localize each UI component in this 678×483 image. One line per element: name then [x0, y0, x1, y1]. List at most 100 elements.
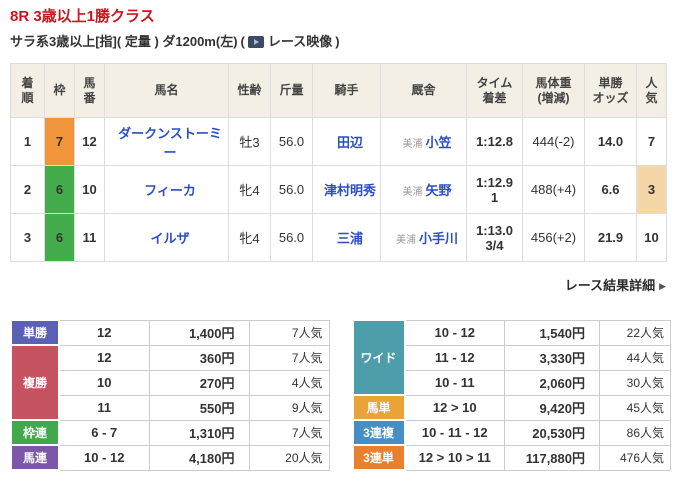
payout-popularity: 22人気 [599, 319, 671, 346]
cell-frame: 6 [44, 165, 75, 214]
result-row-3: 3 6 11 イルザ 牝4 56.0 三浦 美浦 小手川 1:13.0 3/4 45… [10, 213, 667, 262]
bet-type-bracket-quinella: 枠連 [10, 419, 60, 446]
payout-popularity: 7人気 [248, 419, 330, 446]
horse-link[interactable]: イルザ [150, 231, 189, 246]
payout-combo: 11 [58, 394, 150, 421]
stable-link[interactable]: 小手川 [419, 231, 458, 246]
jockey-link[interactable]: 津村明秀 [324, 183, 376, 198]
col-header-finish: 着順 [10, 63, 45, 118]
arrow-right-icon: ▶ [659, 281, 666, 291]
paren-open: ( [240, 34, 245, 49]
cell-popularity: 3 [636, 165, 667, 214]
stable-link[interactable]: 矢野 [425, 183, 451, 198]
payout-row: 11 550円 9人気 [11, 394, 330, 421]
result-row-2: 2 6 10 フィーカ 牝4 56.0 津村明秀 美浦 矢野 1:12.9 1 48… [10, 165, 667, 214]
horse-link[interactable]: フィーカ [144, 183, 196, 198]
stable-link[interactable]: 小笠 [425, 135, 451, 150]
cell-number: 12 [74, 117, 105, 166]
cell-number: 10 [74, 165, 105, 214]
cell-stable: 美浦 小手川 [380, 213, 467, 262]
jockey-link[interactable]: 三浦 [337, 231, 363, 246]
cell-popularity: 7 [636, 117, 667, 166]
payout-popularity: 86人気 [599, 419, 671, 446]
payout-popularity: 476人気 [599, 444, 671, 471]
race-results-table: 着順 枠 馬番 馬名 性齢 斤量 騎手 厩舎 タイム 着差 馬体重 (増減) 単勝オ… [10, 63, 667, 262]
cell-weight: 56.0 [270, 117, 313, 166]
cell-time: 1:12.9 1 [466, 165, 523, 214]
results-header-row: 着順 枠 馬番 馬名 性齢 斤量 騎手 厩舎 タイム 着差 馬体重 (増減) 単勝オ… [10, 63, 667, 118]
col-header-frame: 枠 [44, 63, 75, 118]
cell-jockey: 田辺 [312, 117, 381, 166]
payout-amount: 117,880円 [504, 444, 600, 471]
paren-close: ) [335, 34, 340, 49]
cell-odds: 6.6 [584, 165, 637, 214]
payout-row: 複勝 12 360円 7人気 [10, 344, 330, 421]
payout-row: 10 270円 4人気 [11, 369, 330, 396]
stable-region: 美浦 [402, 139, 423, 150]
cell-finish: 1 [10, 117, 45, 166]
col-header-number: 馬番 [74, 63, 105, 118]
payout-popularity: 7人気 [248, 319, 330, 346]
payout-amount: 3,330円 [504, 344, 600, 371]
cell-jockey: 三浦 [312, 213, 381, 262]
cell-bodyweight: 444(-2) [522, 117, 585, 166]
race-conditions: サラ系3歳以上[指]( 定量 ) ダ1200m(左) ( レース映像 ) [10, 33, 668, 50]
bet-type-win: 単勝 [10, 319, 60, 346]
col-header-odds: 単勝 オッズ [584, 63, 637, 118]
cell-horse: フィーカ [104, 165, 229, 214]
race-video-label: レース映像 [267, 34, 333, 49]
payout-combo: 12 [58, 344, 150, 371]
race-conditions-text: サラ系3歳以上[指]( 定量 ) ダ1200m(左) [10, 34, 238, 49]
cell-sexage: 牝4 [228, 213, 271, 262]
payout-popularity: 30人気 [599, 369, 671, 396]
payout-combo: 12 > 10 > 11 [404, 444, 505, 471]
payout-combo: 12 [58, 319, 150, 346]
payout-combo: 12 > 10 [404, 394, 505, 421]
cell-finish: 2 [10, 165, 45, 214]
payout-row: 馬連 10 - 12 4,180円 20人気 [10, 444, 330, 471]
payout-amount: 1,400円 [148, 319, 250, 346]
col-header-popularity: 人気 [636, 63, 667, 118]
cell-sexage: 牝4 [228, 165, 271, 214]
cell-odds: 21.9 [584, 213, 637, 262]
bet-type-quinella: 馬連 [10, 444, 60, 471]
payout-combo: 10 - 11 [404, 369, 505, 396]
race-video-link[interactable]: レース映像 [247, 33, 333, 50]
payout-table-right: ワイド 10 - 12 1,540円 22人気 11 - 12 3,330円 4… [351, 319, 671, 471]
cell-horse: イルザ [104, 213, 229, 262]
col-header-horse: 馬名 [104, 63, 229, 118]
jockey-link[interactable]: 田辺 [337, 135, 363, 150]
payout-combo: 6 - 7 [58, 419, 150, 446]
bet-type-trio: 3連複 [351, 419, 406, 446]
horse-link[interactable]: ダークンストーミー [118, 126, 222, 160]
col-header-bodyweight: 馬体重 (増減) [522, 63, 585, 118]
col-header-sexage: 性齢 [228, 63, 271, 118]
payout-row: 単勝 12 1,400円 7人気 [10, 319, 330, 346]
col-header-jockey: 騎手 [312, 63, 381, 118]
payout-popularity: 4人気 [248, 369, 330, 396]
detail-link-row: レース結果詳細 ▶ [10, 275, 666, 293]
payout-amount: 9,420円 [504, 394, 600, 421]
cell-number: 11 [74, 213, 105, 262]
play-icon [253, 38, 259, 45]
payout-amount: 1,540円 [504, 319, 600, 346]
payout-row: 枠連 6 - 7 1,310円 7人気 [10, 419, 330, 446]
cell-popularity: 10 [636, 213, 667, 262]
payout-amount: 20,530円 [504, 419, 600, 446]
bet-type-exacta: 馬単 [351, 394, 406, 421]
payout-amount: 4,180円 [148, 444, 250, 471]
payout-amount: 2,060円 [504, 369, 600, 396]
col-header-stable: 厩舎 [380, 63, 467, 118]
payout-row: ワイド 10 - 12 1,540円 22人気 [351, 319, 671, 396]
payout-section: 単勝 12 1,400円 7人気 複勝 12 360円 7人気 10 270円 … [10, 319, 671, 471]
stable-region: 美浦 [395, 235, 416, 246]
cell-odds: 14.0 [584, 117, 637, 166]
col-header-time: タイム 着差 [466, 63, 523, 118]
cell-bodyweight: 456(+2) [522, 213, 585, 262]
race-result-page: 8R 3歳以上1勝クラス サラ系3歳以上[指]( 定量 ) ダ1200m(左) … [0, 0, 678, 483]
payout-combo: 10 - 11 - 12 [404, 419, 505, 446]
cell-sexage: 牡3 [228, 117, 271, 166]
payout-amount: 360円 [148, 344, 250, 371]
payout-row: 3連複 10 - 11 - 12 20,530円 86人気 [351, 419, 671, 446]
race-result-detail-link[interactable]: レース結果詳細 ▶ [565, 278, 666, 293]
